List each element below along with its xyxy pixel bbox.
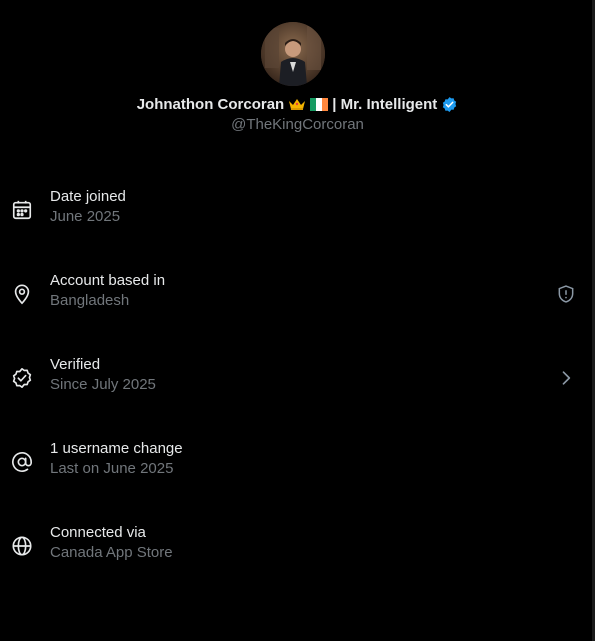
ireland-flag-icon: [310, 97, 329, 111]
row-subtitle: Since July 2025: [50, 376, 156, 393]
profile-name-suffix: | Mr. Intelligent: [332, 95, 438, 113]
shield-alert-icon[interactable]: [556, 284, 576, 304]
row-title: Connected via: [50, 524, 146, 541]
chevron-right-icon[interactable]: [556, 368, 576, 388]
profile-name: Johnathon Corcoran: [136, 95, 285, 113]
verified-badge-icon[interactable]: [441, 96, 458, 113]
globe-icon: [11, 535, 33, 557]
profile-name-row: Johnathon Corcoran | Mr. Intelligent: [0, 94, 595, 114]
info-row-verified[interactable]: Verified Since July 2025: [0, 356, 595, 412]
row-subtitle: Last on June 2025: [50, 460, 174, 477]
info-row-username-change: 1 username change Last on June 2025: [0, 440, 595, 496]
location-pin-icon: [11, 283, 33, 305]
row-title: 1 username change: [50, 440, 183, 457]
row-title: Date joined: [50, 188, 126, 205]
info-row-account-based-in: Account based in Bangladesh: [0, 272, 595, 328]
profile-handle[interactable]: @TheKingCorcoran: [0, 116, 595, 133]
avatar-photo: [261, 22, 325, 86]
verified-badge-outline-icon: [11, 367, 33, 389]
at-sign-icon: [11, 451, 33, 473]
row-subtitle: Bangladesh: [50, 292, 130, 309]
calendar-icon: [11, 199, 33, 221]
row-subtitle: June 2025: [50, 208, 121, 225]
avatar[interactable]: [261, 22, 325, 86]
row-title: Account based in: [50, 272, 166, 289]
info-row-date-joined: Date joined June 2025: [0, 188, 595, 244]
crown-icon: [288, 97, 306, 111]
row-title: Verified: [50, 356, 101, 373]
row-subtitle: Canada App Store: [50, 544, 173, 561]
info-row-connected-via: Connected via Canada App Store: [0, 524, 595, 580]
